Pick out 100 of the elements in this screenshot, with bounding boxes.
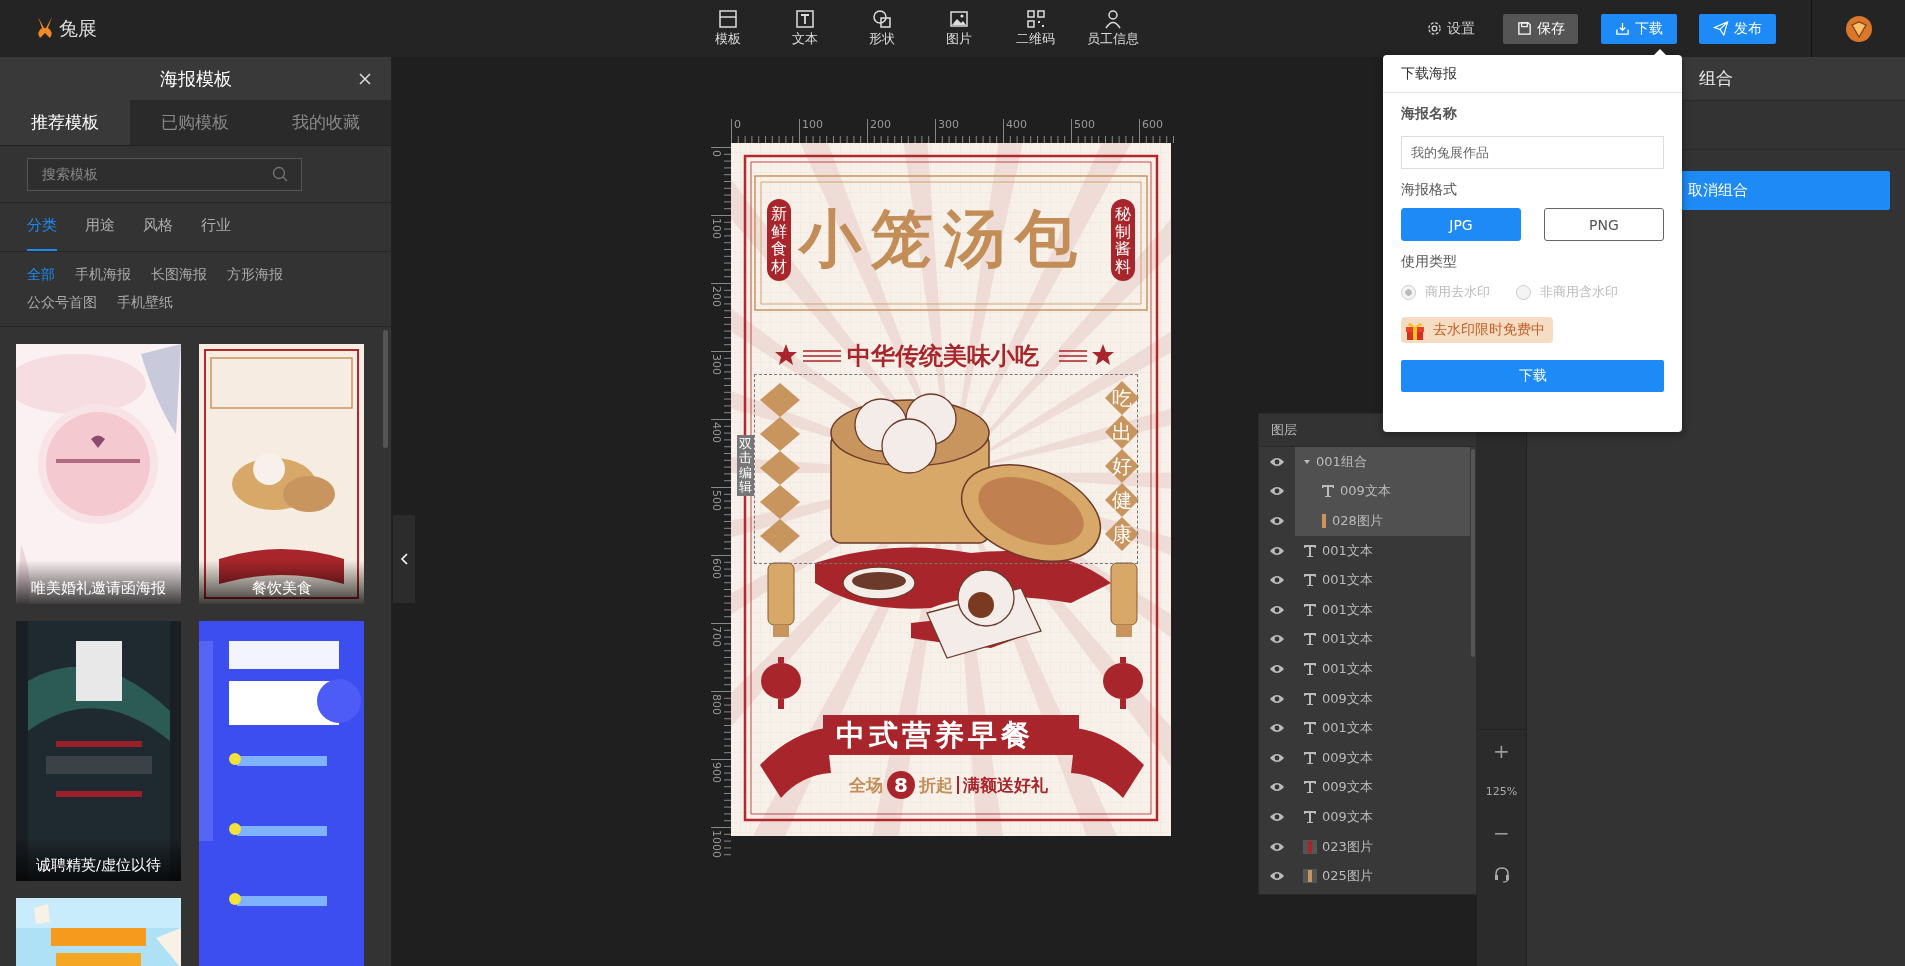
shapes-icon bbox=[871, 9, 892, 29]
text-layer-icon bbox=[1303, 691, 1317, 706]
download-button[interactable]: 下载 bbox=[1401, 360, 1664, 392]
eye-icon[interactable] bbox=[1269, 693, 1285, 704]
eye-icon[interactable] bbox=[1269, 634, 1285, 645]
promo-text: 折起 bbox=[919, 773, 953, 797]
ruler-label: 800 bbox=[710, 694, 723, 715]
layer-item[interactable]: 009文本 bbox=[1295, 772, 1470, 803]
eye-icon[interactable] bbox=[1269, 841, 1285, 852]
text-layer-icon bbox=[1303, 661, 1317, 676]
toolbar-button[interactable]: 文本 bbox=[774, 9, 835, 48]
promo-badge: 去水印限时免费中 bbox=[1401, 317, 1553, 343]
layer-item[interactable]: 025图片 bbox=[1295, 861, 1470, 891]
close-icon[interactable] bbox=[359, 73, 371, 85]
toolbar-button[interactable]: 形状 bbox=[851, 9, 912, 48]
ruler-label: 900 bbox=[710, 762, 723, 783]
category-tab[interactable]: 用途 bbox=[85, 203, 115, 251]
toolbar-button[interactable]: 模板 bbox=[697, 9, 758, 48]
eye-icon[interactable] bbox=[1269, 486, 1285, 497]
eye-icon[interactable] bbox=[1269, 516, 1285, 526]
qrcode-icon bbox=[1025, 9, 1046, 29]
download-icon bbox=[1615, 21, 1630, 36]
poster-subtitle: 中华传统美味小吃 bbox=[847, 341, 1039, 372]
scrollbar-thumb[interactable] bbox=[1471, 449, 1475, 657]
format-option[interactable]: PNG bbox=[1544, 208, 1664, 241]
toolbar-button[interactable]: 员工信息 bbox=[1082, 9, 1143, 48]
layout-icon bbox=[717, 9, 738, 29]
category-tab[interactable]: 风格 bbox=[143, 203, 173, 251]
toolbar-button[interactable]: 图片 bbox=[928, 9, 989, 48]
zoom-level: 125% bbox=[1485, 784, 1518, 800]
tab[interactable]: 我的收藏 bbox=[260, 100, 391, 145]
text-layer-icon bbox=[1303, 721, 1317, 736]
toolbar-button[interactable]: 二维码 bbox=[1005, 9, 1066, 48]
settings-button[interactable]: 设置 bbox=[1427, 13, 1475, 44]
category-tab[interactable]: 行业 bbox=[201, 203, 231, 251]
layer-item[interactable]: 009文本 bbox=[1295, 476, 1470, 507]
ruler-label: 400 bbox=[710, 422, 723, 443]
layer-item[interactable]: 009文本 bbox=[1295, 683, 1470, 714]
headset-icon[interactable] bbox=[1492, 866, 1511, 884]
filter-link[interactable]: 公众号首图 bbox=[27, 294, 97, 312]
zoom-out-button[interactable]: − bbox=[1477, 812, 1526, 854]
filter-link[interactable]: 方形海报 bbox=[227, 266, 283, 284]
settings-icon bbox=[1427, 21, 1442, 36]
layer-item[interactable]: 028图片 bbox=[1295, 506, 1470, 536]
layer-item[interactable]: 001组合 bbox=[1295, 447, 1470, 477]
filter-link[interactable]: 手机壁纸 bbox=[117, 294, 173, 312]
avatar-icon[interactable] bbox=[1844, 14, 1873, 43]
banner-text: 中式营养早餐 bbox=[836, 717, 1034, 754]
layer-item[interactable]: 009文本 bbox=[1295, 802, 1470, 832]
template-caption: 餐饮美食 bbox=[250, 579, 313, 598]
ruler-label: 0 bbox=[734, 118, 741, 131]
save-icon bbox=[1516, 21, 1532, 36]
download-button[interactable]: 下载 bbox=[1601, 13, 1677, 44]
ruler-label: 300 bbox=[710, 354, 723, 375]
layer-item[interactable]: 009文本 bbox=[1295, 742, 1470, 773]
filter-link[interactable]: 长图海报 bbox=[151, 266, 207, 284]
layer-item[interactable]: 001文本 bbox=[1295, 624, 1470, 655]
eye-icon[interactable] bbox=[1269, 575, 1285, 586]
search-field[interactable]: 搜索模板 bbox=[27, 157, 302, 191]
filter-link[interactable]: 手机海报 bbox=[75, 266, 131, 284]
save-button[interactable]: 保存 bbox=[1503, 13, 1578, 44]
layer-item[interactable]: 001文本 bbox=[1295, 535, 1470, 566]
lantern-drawing bbox=[761, 657, 801, 709]
layer-item[interactable]: 001文本 bbox=[1295, 713, 1470, 743]
layer-item[interactable]: 023图片 bbox=[1295, 831, 1470, 862]
eye-icon[interactable] bbox=[1269, 545, 1285, 556]
star-icon bbox=[775, 344, 797, 365]
ruler-label: 200 bbox=[710, 286, 723, 307]
zoom-in-button[interactable]: + bbox=[1477, 730, 1526, 772]
eye-icon[interactable] bbox=[1269, 456, 1285, 467]
promo-text: 满额送好礼 bbox=[963, 773, 1048, 797]
field-label: 海报名称 bbox=[1401, 105, 1458, 123]
field-label: 使用类型 bbox=[1401, 253, 1458, 271]
eye-icon[interactable] bbox=[1269, 782, 1285, 793]
eye-icon[interactable] bbox=[1269, 752, 1285, 763]
eye-icon[interactable] bbox=[1269, 811, 1285, 822]
ruler-label: 100 bbox=[802, 118, 823, 131]
tab[interactable]: 推荐模板 bbox=[0, 100, 131, 145]
format-option[interactable]: JPG bbox=[1401, 208, 1521, 241]
panel-title: 海报模板 bbox=[159, 66, 232, 91]
tab[interactable]: 已购模板 bbox=[130, 100, 261, 145]
layer-item[interactable]: 001文本 bbox=[1295, 594, 1470, 625]
ruler-label: 600 bbox=[1142, 118, 1163, 131]
poster-name-field[interactable]: 我的兔展作品 bbox=[1401, 136, 1664, 169]
layers-title: 图层 bbox=[1271, 421, 1297, 439]
eye-icon[interactable] bbox=[1269, 723, 1285, 734]
image-icon bbox=[948, 9, 969, 29]
caret-icon[interactable] bbox=[1303, 457, 1311, 466]
eye-icon[interactable] bbox=[1269, 871, 1285, 882]
eye-icon[interactable] bbox=[1269, 604, 1285, 615]
category-tab[interactable]: 分类 bbox=[27, 203, 57, 251]
layer-item[interactable]: 001文本 bbox=[1295, 654, 1470, 684]
collapse-handle[interactable] bbox=[393, 515, 415, 603]
scrollbar-thumb[interactable] bbox=[383, 330, 388, 448]
filter-link[interactable]: 全部 bbox=[27, 266, 55, 284]
vertical-slogan: 吃出好健康 bbox=[1102, 381, 1142, 551]
promo-text: 全场 bbox=[849, 773, 883, 797]
publish-button[interactable]: 发布 bbox=[1699, 13, 1776, 44]
layer-item[interactable]: 001文本 bbox=[1295, 565, 1470, 595]
eye-icon[interactable] bbox=[1269, 663, 1285, 674]
